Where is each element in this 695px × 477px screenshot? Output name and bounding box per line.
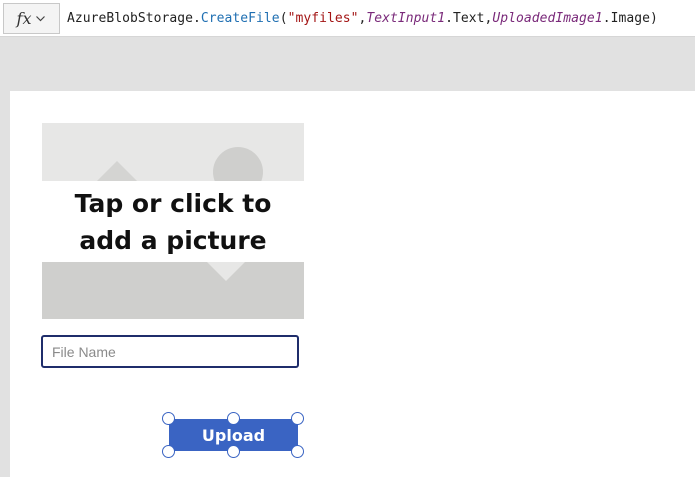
- app-canvas: Tap or click to add a picture Upload: [10, 91, 695, 477]
- fx-icon: fx: [16, 9, 32, 28]
- resize-handle-top-center[interactable]: [227, 412, 240, 425]
- resize-handle-top-right[interactable]: [291, 412, 304, 425]
- resize-handle-bottom-center[interactable]: [227, 445, 240, 458]
- chevron-down-icon: [36, 16, 46, 22]
- formula-token-string: "myfiles": [287, 11, 359, 26]
- fx-button[interactable]: fx: [3, 3, 60, 34]
- formula-token-plain: AzureBlobStorage.: [67, 11, 201, 26]
- formula-bar: fx AzureBlobStorage.CreateFile("myfiles"…: [0, 0, 695, 37]
- upload-button-selection: Upload: [162, 412, 304, 458]
- formula-token-control: UploadedImage1: [492, 11, 603, 26]
- image-placeholder-icon: [42, 123, 304, 181]
- add-picture-control[interactable]: Tap or click to add a picture: [42, 123, 304, 319]
- file-name-input[interactable]: [41, 335, 299, 368]
- formula-token-plain: .Text,: [445, 11, 493, 26]
- add-picture-overlay[interactable]: Tap or click to add a picture: [42, 181, 304, 262]
- canvas-toolbar-area: [0, 37, 695, 91]
- formula-token-function: CreateFile: [200, 11, 280, 26]
- formula-token-control: TextInput1: [366, 11, 446, 26]
- resize-handle-bottom-left[interactable]: [162, 445, 175, 458]
- formula-input[interactable]: AzureBlobStorage.CreateFile("myfiles",Te…: [67, 0, 658, 37]
- formula-token-plain: (: [279, 11, 288, 26]
- resize-handle-top-left[interactable]: [162, 412, 175, 425]
- add-picture-label: Tap or click to add a picture: [74, 188, 272, 255]
- resize-handle-bottom-right[interactable]: [291, 445, 304, 458]
- formula-token-plain: .Image): [602, 11, 658, 26]
